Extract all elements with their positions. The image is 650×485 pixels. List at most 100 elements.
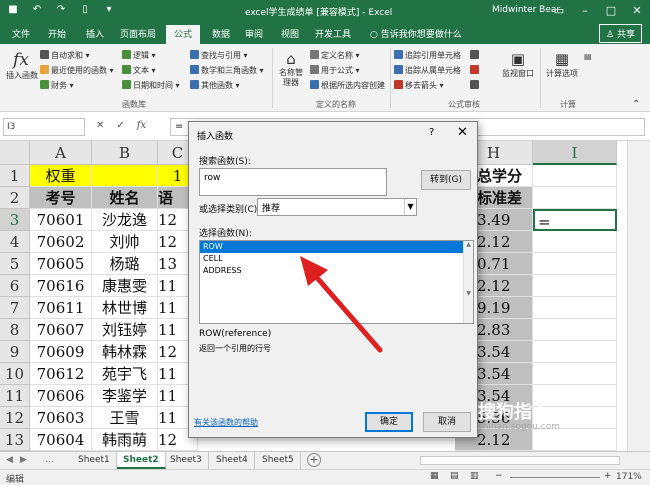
autosum-button[interactable]: 自动求和 ▾	[40, 50, 90, 61]
cell-B11[interactable]: 李鉴学	[92, 385, 158, 407]
tab-file[interactable]: 文件	[12, 27, 30, 40]
zoom-in-icon[interactable]: +	[604, 471, 612, 481]
minimize-icon[interactable]: –	[572, 0, 598, 22]
calculate-now-icon[interactable]: ▤	[584, 52, 592, 61]
zoom-slider[interactable]	[510, 477, 600, 478]
undo-icon[interactable]: ↶	[30, 3, 44, 17]
cell-B1[interactable]	[92, 165, 158, 187]
cell-A2[interactable]: 考号	[30, 187, 92, 209]
cell-A3[interactable]: 70601	[30, 209, 92, 231]
create-from-selection-button[interactable]: 根据所选内容创建	[310, 80, 385, 91]
cell-A1[interactable]: 权重	[30, 165, 92, 187]
horizontal-scrollbar[interactable]	[420, 456, 620, 465]
tell-me-search[interactable]: ○ 告诉我你想要做什么	[370, 27, 462, 40]
function-item-row[interactable]: ROW	[200, 241, 473, 253]
search-function-input[interactable]: row	[199, 168, 387, 196]
cancel-icon[interactable]: ✕	[96, 120, 104, 131]
cell-I2[interactable]	[533, 187, 617, 209]
category-select[interactable]: 推荐 ▼	[257, 198, 417, 216]
list-scrollbar[interactable]: ▲ ▼	[463, 241, 473, 323]
tab-view[interactable]: 视图	[281, 27, 299, 40]
share-button[interactable]: ♙ 共享	[599, 24, 642, 43]
column-header-B[interactable]: B	[92, 141, 158, 165]
cell-I4[interactable]	[533, 231, 617, 253]
row-header[interactable]: 10	[0, 363, 30, 385]
cell-A10[interactable]: 70612	[30, 363, 92, 385]
row-header[interactable]: 2	[0, 187, 30, 209]
sheet-tab-3[interactable]: Sheet3	[164, 452, 209, 469]
cell-A7[interactable]: 70611	[30, 297, 92, 319]
cell-I5[interactable]	[533, 253, 617, 275]
close-icon[interactable]: ✕	[457, 125, 468, 140]
logical-button[interactable]: 逻辑 ▾	[122, 50, 156, 61]
save-icon[interactable]: ■	[6, 3, 20, 17]
more-functions-button[interactable]: 其他函数 ▾	[190, 80, 240, 91]
row-header[interactable]: 7	[0, 297, 30, 319]
tab-data[interactable]: 数据	[212, 27, 230, 40]
cell-I3[interactable]: =	[533, 209, 617, 231]
function-item-address[interactable]: ADDRESS	[200, 265, 473, 277]
cell-A11[interactable]: 70606	[30, 385, 92, 407]
row-header[interactable]: 4	[0, 231, 30, 253]
help-icon[interactable]: ?	[429, 127, 434, 138]
cell-A4[interactable]: 70602	[30, 231, 92, 253]
function-list[interactable]: ROW CELL ADDRESS ▲ ▼	[199, 240, 474, 324]
cell-A9[interactable]: 70609	[30, 341, 92, 363]
sheet-more-icon[interactable]: …	[45, 455, 54, 465]
cell-B3[interactable]: 沙龙逸	[92, 209, 158, 231]
redo-icon[interactable]: ↷	[54, 3, 68, 17]
tab-insert[interactable]: 插入	[86, 27, 104, 40]
name-manager-button[interactable]: ⌂ 名称管理器	[276, 50, 306, 88]
evaluate-formula-button[interactable]	[470, 80, 481, 90]
define-name-button[interactable]: 定义名称 ▾	[310, 50, 360, 61]
tab-developer[interactable]: 开发工具	[315, 27, 351, 40]
tab-review[interactable]: 审阅	[245, 27, 263, 40]
cell-B5[interactable]: 杨璐	[92, 253, 158, 275]
calculation-options-button[interactable]: ▦ 计算选项	[544, 50, 580, 79]
row-header[interactable]: 8	[0, 319, 30, 341]
go-button[interactable]: 转到(G)	[421, 170, 471, 190]
zoom-level[interactable]: 171%	[616, 472, 642, 482]
lookup-button[interactable]: 查找与引用 ▾	[190, 50, 248, 61]
next-sheet-icon[interactable]: ▶	[20, 455, 27, 465]
cell-B10[interactable]: 苑宇飞	[92, 363, 158, 385]
prev-sheet-icon[interactable]: ◀	[6, 455, 13, 465]
enter-icon[interactable]: ✓	[116, 120, 124, 131]
cell-I9[interactable]	[533, 341, 617, 363]
insert-function-button[interactable]: fx 插入函数	[6, 50, 38, 81]
use-in-formula-button[interactable]: 用于公式 ▾	[310, 65, 360, 76]
trace-dependents-button[interactable]: 追踪从属单元格	[394, 65, 461, 76]
row-header[interactable]: 13	[0, 429, 30, 451]
function-help-link[interactable]: 有关该函数的帮助	[194, 417, 258, 428]
cell-I6[interactable]	[533, 275, 617, 297]
cancel-button[interactable]: 取消	[423, 412, 471, 432]
row-header[interactable]: 11	[0, 385, 30, 407]
close-window-icon[interactable]: ✕	[624, 0, 650, 22]
cell-A6[interactable]: 70616	[30, 275, 92, 297]
cell-B12[interactable]: 王雪	[92, 407, 158, 429]
sheet-tab-5[interactable]: Sheet5	[256, 452, 301, 469]
row-header[interactable]: 1	[0, 165, 30, 187]
row-header[interactable]: 6	[0, 275, 30, 297]
cell-B6[interactable]: 康惠雯	[92, 275, 158, 297]
row-header[interactable]: 9	[0, 341, 30, 363]
cell-B4[interactable]: 刘帅	[92, 231, 158, 253]
function-item-cell[interactable]: CELL	[200, 253, 473, 265]
cell-A5[interactable]: 70605	[30, 253, 92, 275]
cell-B2[interactable]: 姓名	[92, 187, 158, 209]
cell-A12[interactable]: 70603	[30, 407, 92, 429]
cell-I10[interactable]	[533, 363, 617, 385]
sheet-tab-4[interactable]: Sheet4	[210, 452, 255, 469]
add-sheet-icon[interactable]: +	[307, 453, 321, 467]
date-time-button[interactable]: 日期和时间 ▾	[122, 80, 180, 91]
ribbon-options-icon[interactable]: ▭	[546, 0, 572, 22]
watch-window-button[interactable]: ▣ 监视窗口	[500, 50, 536, 79]
column-header-I[interactable]: I	[533, 141, 617, 165]
financial-button[interactable]: 财务 ▾	[40, 80, 74, 91]
cell-I13[interactable]	[533, 429, 617, 451]
cell-B8[interactable]: 刘钰婷	[92, 319, 158, 341]
text-button[interactable]: 文本 ▾	[122, 65, 156, 76]
name-box[interactable]: I3	[3, 118, 85, 136]
maximize-icon[interactable]: □	[598, 0, 624, 22]
trace-precedents-button[interactable]: 追踪引用单元格	[394, 50, 461, 61]
